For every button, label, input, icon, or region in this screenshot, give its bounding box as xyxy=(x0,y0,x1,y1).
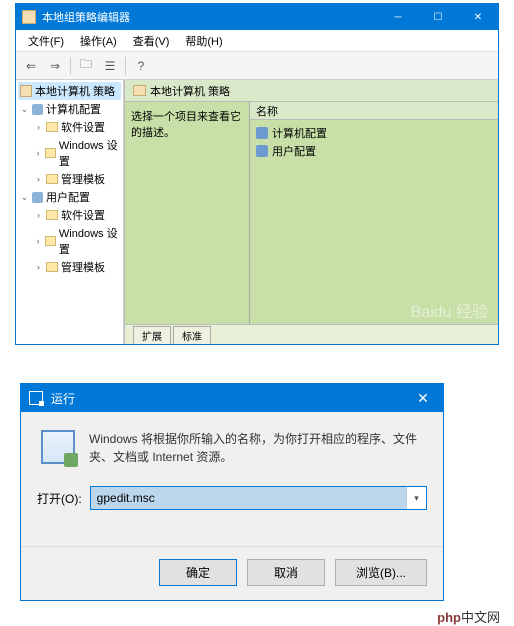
folder-icon xyxy=(20,85,32,97)
tree-item[interactable]: ›Windows 设置 xyxy=(34,224,121,258)
content-header: 本地计算机 策略 xyxy=(125,80,498,102)
folder-icon[interactable]: 🗀 xyxy=(75,55,97,77)
run-top: Windows 将根据你所输入的名称，为你打开相应的程序、文件夹、文档或 Int… xyxy=(37,430,427,466)
cancel-button[interactable]: 取消 xyxy=(247,559,325,586)
content-panel: 本地计算机 策略 选择一个项目来查看它的描述。 名称 计算机配置 用户配置 扩展… xyxy=(124,80,498,344)
separator xyxy=(125,57,126,75)
content-body: 选择一个项目来查看它的描述。 名称 计算机配置 用户配置 xyxy=(125,102,498,324)
run-input-row: 打开(O): ▾ xyxy=(37,486,427,510)
menu-view[interactable]: 查看(V) xyxy=(125,30,178,52)
menu-file[interactable]: 文件(F) xyxy=(20,30,72,52)
tree-user-group: ⌄ 用户配置 ›软件设置 ›Windows 设置 ›管理模板 xyxy=(20,188,121,276)
tree-item[interactable]: ›软件设置 xyxy=(34,206,121,224)
run-body: Windows 将根据你所输入的名称，为你打开相应的程序、文件夹、文档或 Int… xyxy=(21,412,443,546)
tree-item[interactable]: ›Windows 设置 xyxy=(34,136,121,170)
tree-children: ›软件设置 ›Windows 设置 ›管理模板 xyxy=(34,206,121,276)
column-header-name[interactable]: 名称 xyxy=(250,102,498,120)
run-dialog: 运行 ✕ Windows 将根据你所输入的名称，为你打开相应的程序、文件夹、文档… xyxy=(20,383,444,601)
content-title: 本地计算机 策略 xyxy=(150,83,230,99)
expand-icon[interactable]: › xyxy=(34,122,43,132)
maximize-button[interactable]: ☐ xyxy=(418,4,458,30)
browse-button[interactable]: 浏览(B)... xyxy=(335,559,427,586)
brand: php xyxy=(437,610,461,625)
run-title: 运行 xyxy=(51,390,403,407)
back-icon[interactable]: ⇐ xyxy=(20,55,42,77)
gear-icon xyxy=(256,145,268,157)
run-buttons: 确定 取消 浏览(B)... xyxy=(21,546,443,600)
content-list[interactable]: 名称 计算机配置 用户配置 xyxy=(250,102,498,324)
tree-user[interactable]: ⌄ 用户配置 xyxy=(20,188,121,206)
list-items: 计算机配置 用户配置 xyxy=(250,120,498,164)
run-description: Windows 将根据你所输入的名称，为你打开相应的程序、文件夹、文档或 Int… xyxy=(89,430,427,466)
tab-extended[interactable]: 扩展 xyxy=(133,326,171,344)
content-description: 选择一个项目来查看它的描述。 xyxy=(125,102,250,324)
minimize-button[interactable]: ─ xyxy=(378,4,418,30)
tree-computer-group: ⌄ 计算机配置 ›软件设置 ›Windows 设置 ›管理模板 xyxy=(20,100,121,188)
folder-icon xyxy=(45,148,56,158)
list-item[interactable]: 用户配置 xyxy=(256,142,492,160)
open-label: 打开(O): xyxy=(37,490,82,507)
menu-action[interactable]: 操作(A) xyxy=(72,30,125,52)
gear-icon xyxy=(32,104,43,115)
tree-children: ›软件设置 ›Windows 设置 ›管理模板 xyxy=(34,118,121,188)
menubar: 文件(F) 操作(A) 查看(V) 帮助(H) xyxy=(16,30,498,52)
tree-root[interactable]: 本地计算机 策略 xyxy=(18,82,121,100)
folder-icon xyxy=(46,210,58,220)
folder-icon xyxy=(133,85,146,96)
collapse-icon[interactable]: ⌄ xyxy=(20,192,29,203)
expand-icon[interactable]: › xyxy=(34,236,42,246)
tree-label: 用户配置 xyxy=(46,189,90,205)
expand-icon[interactable]: › xyxy=(34,148,42,158)
gpedit-body: 本地计算机 策略 ⌄ 计算机配置 ›软件设置 ›Windows 设置 ›管理模板… xyxy=(16,80,498,344)
tree-root-label: 本地计算机 策略 xyxy=(35,83,115,99)
expand-icon[interactable]: › xyxy=(34,262,43,272)
content-tabs: 扩展 标准 xyxy=(125,324,498,344)
gpedit-titlebar[interactable]: 本地组策略编辑器 ─ ☐ ✕ xyxy=(16,4,498,30)
expand-icon[interactable]: › xyxy=(34,210,43,220)
footer-logo: php中文网 xyxy=(0,601,514,626)
folder-icon xyxy=(46,122,58,132)
tree-label: 计算机配置 xyxy=(46,101,101,117)
gear-icon xyxy=(32,192,43,203)
forward-icon[interactable]: ⇒ xyxy=(44,55,66,77)
folder-icon xyxy=(45,236,56,246)
gpedit-window: 本地组策略编辑器 ─ ☐ ✕ 文件(F) 操作(A) 查看(V) 帮助(H) ⇐… xyxy=(15,3,499,345)
chevron-down-icon[interactable]: ▾ xyxy=(406,487,426,509)
close-button[interactable]: ✕ xyxy=(403,384,443,412)
run-large-icon xyxy=(41,430,75,464)
collapse-icon[interactable]: ⌄ xyxy=(20,104,29,115)
help-icon[interactable]: ? xyxy=(130,55,152,77)
list-icon[interactable]: ☰ xyxy=(99,55,121,77)
toolbar: ⇐ ⇒ 🗀 ☰ ? xyxy=(16,52,498,80)
close-button[interactable]: ✕ xyxy=(458,4,498,30)
tab-standard[interactable]: 标准 xyxy=(173,326,211,344)
brand-suffix: 中文网 xyxy=(461,610,500,625)
tree-item[interactable]: ›管理模板 xyxy=(34,170,121,188)
window-controls: ─ ☐ ✕ xyxy=(378,4,498,30)
folder-icon xyxy=(46,262,58,272)
app-icon xyxy=(22,10,36,24)
folder-icon xyxy=(46,174,58,184)
run-input[interactable] xyxy=(91,487,406,509)
ok-button[interactable]: 确定 xyxy=(159,559,237,586)
tree-item[interactable]: ›软件设置 xyxy=(34,118,121,136)
tree-item[interactable]: ›管理模板 xyxy=(34,258,121,276)
run-combobox[interactable]: ▾ xyxy=(90,486,427,510)
tree-panel[interactable]: 本地计算机 策略 ⌄ 计算机配置 ›软件设置 ›Windows 设置 ›管理模板… xyxy=(16,80,124,344)
window-title: 本地组策略编辑器 xyxy=(42,9,378,25)
run-titlebar[interactable]: 运行 ✕ xyxy=(21,384,443,412)
menu-help[interactable]: 帮助(H) xyxy=(177,30,230,52)
separator xyxy=(70,57,71,75)
list-item[interactable]: 计算机配置 xyxy=(256,124,492,142)
gear-icon xyxy=(256,127,268,139)
expand-icon[interactable]: › xyxy=(34,174,43,184)
tree-computer[interactable]: ⌄ 计算机配置 xyxy=(20,100,121,118)
run-icon xyxy=(29,391,43,405)
